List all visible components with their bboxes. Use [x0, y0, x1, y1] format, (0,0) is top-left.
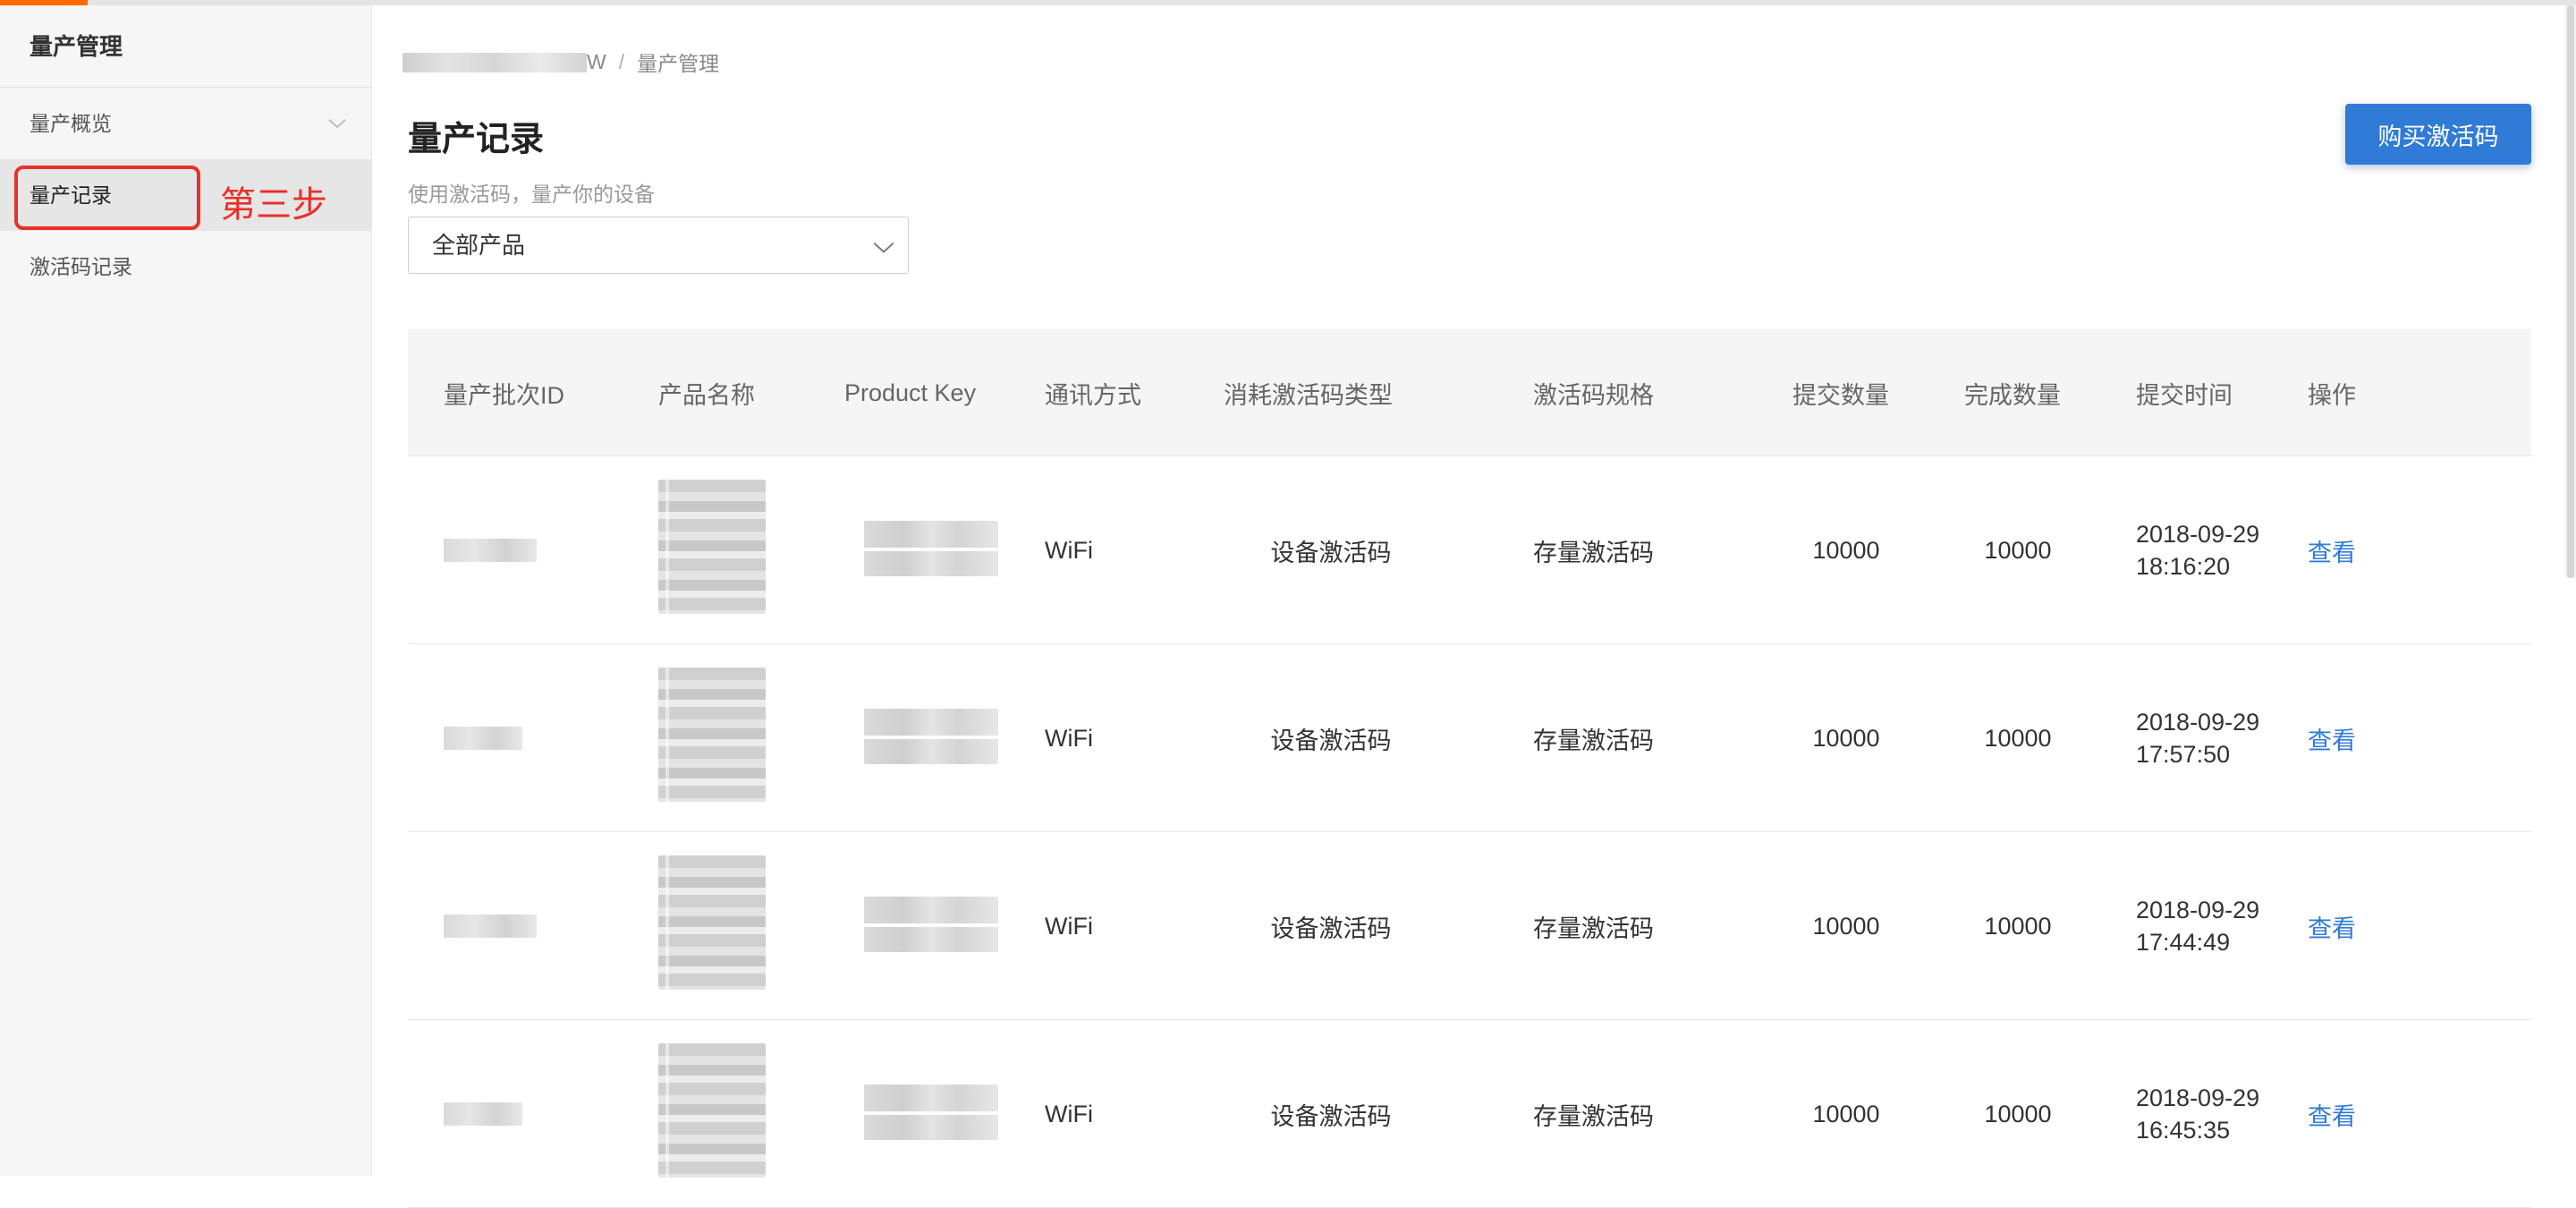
column-header: 提交数量	[1792, 381, 1889, 409]
breadcrumb: W / 量产管理	[402, 47, 719, 77]
main-content: W / 量产管理 量产记录 使用激活码，量产你的设备 购买激活码 全部产品 量产…	[372, 5, 2563, 1208]
chevron-down-icon	[328, 119, 346, 129]
spec-cell: 存量激活码	[1533, 539, 1654, 566]
code-type-cell: 设备激活码	[1270, 1102, 1392, 1130]
time-cell: 2018-09-29 18:16:20	[2136, 521, 2260, 580]
column-header: 提交时间	[2136, 381, 2233, 409]
column-header: 完成数量	[1964, 381, 2061, 409]
column-header: 消耗激活码类型	[1224, 381, 1393, 409]
sidebar-item-label: 激活码记录	[30, 255, 132, 278]
time-cell: 2018-09-29 17:44:49	[2136, 897, 2260, 956]
sidebar-title: 量产管理	[0, 5, 371, 88]
view-link[interactable]: 查看	[2308, 1020, 2356, 1208]
records-table: 量产批次ID 产品名称 Product Key 通讯方式 消耗激活码类型 激活码…	[408, 329, 2531, 1208]
table-row: WiFi 设备激活码 存量激活码 10000 10000 2018-09-29 …	[408, 832, 2531, 1020]
redacted-product-key	[864, 521, 998, 576]
table-row: WiFi 设备激活码 存量激活码 10000 10000 2018-09-29 …	[408, 1020, 2531, 1208]
redacted-text	[402, 53, 587, 73]
submitted-cell: 10000	[1812, 912, 1880, 940]
time-cell: 2018-09-29 17:57:50	[2136, 709, 2260, 768]
code-type-cell: 设备激活码	[1270, 915, 1392, 942]
submitted-cell: 10000	[1812, 724, 1880, 752]
table-row: WiFi 设备激活码 存量激活码 10000 10000 2018-09-29 …	[408, 644, 2531, 832]
page-description: 使用激活码，量产你的设备	[408, 183, 655, 206]
completed-cell: 10000	[1984, 536, 2052, 564]
spec-cell: 存量激活码	[1533, 1102, 1654, 1130]
sidebar-item-activation-codes[interactable]: 激活码记录	[0, 231, 371, 302]
comm-cell: WiFi	[1045, 912, 1093, 940]
product-filter-select[interactable]: 全部产品	[408, 217, 909, 274]
scrollbar-thumb[interactable]	[2567, 5, 2574, 578]
table-row: WiFi 设备激活码 存量激活码 10000 10000 2018-09-29 …	[408, 456, 2531, 644]
comm-cell: WiFi	[1045, 1100, 1093, 1127]
spec-cell: 存量激活码	[1533, 727, 1654, 754]
sidebar: 量产管理 量产概览 量产记录 激活码记录 第三步	[0, 5, 372, 1176]
view-link[interactable]: 查看	[2308, 832, 2356, 1020]
product-filter-value: 全部产品	[432, 232, 526, 259]
breadcrumb-separator: /	[618, 49, 625, 73]
redacted-product-name	[658, 480, 766, 614]
buy-activation-code-button[interactable]: 购买激活码	[2345, 104, 2531, 165]
vertical-scrollbar[interactable]	[2565, 5, 2576, 578]
table-header: 量产批次ID 产品名称 Product Key 通讯方式 消耗激活码类型 激活码…	[408, 329, 2531, 456]
redacted-product-name	[658, 855, 766, 990]
column-header: 产品名称	[658, 381, 755, 409]
breadcrumb-parent[interactable]: W	[402, 50, 606, 74]
completed-cell: 10000	[1984, 1100, 2052, 1127]
submitted-cell: 10000	[1812, 1100, 1880, 1127]
redacted-product-name	[658, 668, 766, 802]
completed-cell: 10000	[1984, 912, 2052, 940]
view-link[interactable]: 查看	[2308, 456, 2356, 644]
redacted-batch-id	[444, 1102, 522, 1126]
code-type-cell: 设备激活码	[1270, 727, 1392, 754]
page-title: 量产记录	[408, 121, 545, 158]
redacted-batch-id	[444, 727, 522, 750]
redacted-batch-id	[444, 915, 537, 938]
redacted-product-key	[864, 897, 998, 952]
completed-cell: 10000	[1984, 724, 2052, 752]
annotation-step-label: 第三步	[220, 184, 327, 225]
sidebar-item-label: 量产概览	[30, 112, 112, 135]
breadcrumb-current: 量产管理	[637, 52, 720, 75]
view-link[interactable]: 查看	[2308, 644, 2356, 832]
annotation-highlight-box	[14, 166, 200, 230]
submitted-cell: 10000	[1812, 536, 1880, 564]
spec-cell: 存量激活码	[1533, 915, 1654, 942]
redacted-product-key	[864, 1085, 998, 1140]
chevron-down-icon	[873, 242, 894, 253]
redacted-product-key	[864, 709, 998, 764]
column-header: 操作	[2308, 381, 2356, 409]
code-type-cell: 设备激活码	[1270, 539, 1392, 566]
comm-cell: WiFi	[1045, 536, 1093, 564]
column-header: 激活码规格	[1533, 381, 1654, 409]
time-cell: 2018-09-29 16:45:35	[2136, 1085, 2260, 1144]
comm-cell: WiFi	[1045, 724, 1093, 752]
sidebar-item-overview[interactable]: 量产概览	[0, 88, 371, 159]
column-header: 量产批次ID	[444, 381, 564, 409]
redacted-batch-id	[444, 539, 537, 562]
redacted-product-name	[658, 1043, 766, 1178]
column-header: Product Key	[844, 379, 977, 406]
column-header: 通讯方式	[1045, 381, 1141, 409]
